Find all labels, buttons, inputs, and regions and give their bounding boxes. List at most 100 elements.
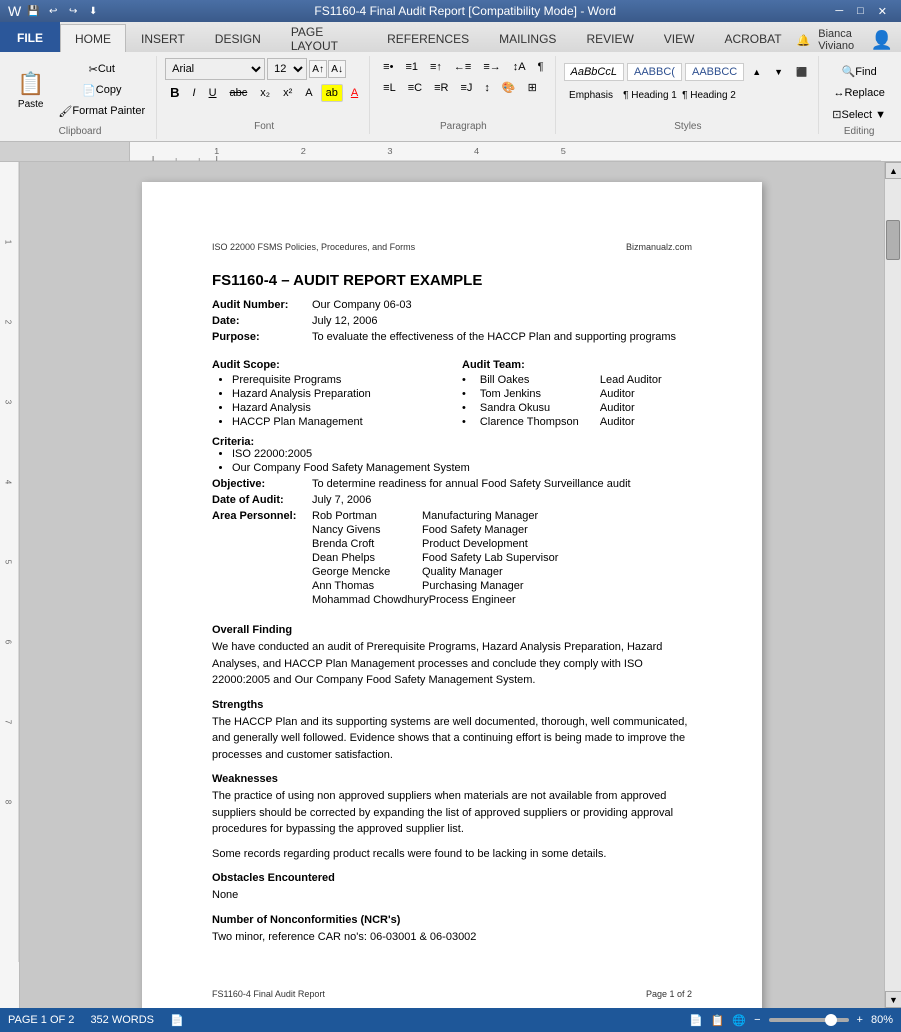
font-name-select[interactable]: Arial bbox=[165, 58, 265, 80]
bullets-btn[interactable]: ≡• bbox=[378, 58, 398, 76]
minimize-btn[interactable]: ─ bbox=[829, 4, 849, 19]
area-personnel-label: Area Personnel: bbox=[212, 510, 312, 522]
svg-text:8: 8 bbox=[3, 800, 12, 805]
scroll-up-btn[interactable]: ▲ bbox=[885, 162, 901, 179]
paragraph-group: ≡• ≡1 ≡↑ ←≡ ≡→ ↕A ¶ ≡L ≡C ≡R ≡J ↕ 🎨 ⊞ Pa… bbox=[372, 56, 555, 134]
highlight-btn[interactable]: ab bbox=[321, 84, 343, 102]
scope-item-4: HACCP Plan Management bbox=[232, 416, 442, 428]
select-btn[interactable]: ⊡ Select ▼ bbox=[827, 105, 891, 124]
maximize-btn[interactable]: □ bbox=[851, 4, 870, 19]
style-heading1[interactable]: AABBC( bbox=[627, 63, 682, 81]
tab-file[interactable]: FILE bbox=[0, 22, 60, 52]
style-emphasis[interactable]: AaBbCcL bbox=[564, 63, 624, 81]
svg-text:7: 7 bbox=[3, 720, 12, 725]
header-right: Bizmanualz.com bbox=[626, 242, 692, 252]
scroll-track[interactable] bbox=[885, 179, 901, 991]
numbering-btn[interactable]: ≡1 bbox=[400, 58, 423, 76]
show-marks-btn[interactable]: ¶ bbox=[533, 58, 549, 76]
close-btn[interactable]: ✕ bbox=[872, 4, 893, 19]
quick-redo-btn[interactable]: ↪ bbox=[65, 3, 81, 19]
font-size-select[interactable]: 12 bbox=[267, 58, 307, 80]
ruler: 1 2 3 4 5 bbox=[0, 142, 901, 162]
justify-btn[interactable]: ≡J bbox=[455, 79, 477, 97]
font-label: Font bbox=[165, 119, 363, 132]
ncr-heading: Number of Nonconformities (NCR's) bbox=[212, 914, 692, 926]
scroll-thumb[interactable] bbox=[886, 220, 900, 260]
align-left-btn[interactable]: ≡L bbox=[378, 79, 401, 97]
audit-team-list: •Bill OakesLead Auditor•Tom JenkinsAudit… bbox=[462, 374, 692, 428]
subscript-btn[interactable]: x₂ bbox=[255, 84, 275, 102]
zoom-thumb[interactable] bbox=[825, 1014, 837, 1026]
criteria-item-2: Our Company Food Safety Management Syste… bbox=[232, 462, 692, 474]
purpose-value: To evaluate the effectiveness of the HAC… bbox=[312, 331, 692, 343]
svg-text:3: 3 bbox=[387, 146, 392, 155]
replace-btn[interactable]: ↔ Replace bbox=[827, 84, 891, 102]
title-bar: W 💾 ↩ ↪ ⬇ FS1160-4 Final Audit Report [C… bbox=[0, 0, 901, 22]
view-read-btn[interactable]: 📋 bbox=[711, 1014, 725, 1027]
shading-btn[interactable]: 🎨 bbox=[497, 78, 521, 97]
strengths-section: Strengths The HACCP Plan and its support… bbox=[212, 699, 692, 764]
italic-btn[interactable]: I bbox=[188, 84, 201, 102]
tab-design[interactable]: DESIGN bbox=[200, 24, 276, 52]
find-btn[interactable]: 🔍 Find bbox=[827, 62, 891, 81]
styles-label: Styles bbox=[564, 119, 813, 132]
paste-btn[interactable]: 📋 Paste bbox=[10, 58, 51, 122]
increase-indent-btn[interactable]: ≡→ bbox=[478, 58, 505, 76]
sort-btn[interactable]: ↕A bbox=[508, 58, 531, 76]
svg-text:5: 5 bbox=[561, 146, 566, 155]
styles-scroll-up-btn[interactable]: ▲ bbox=[747, 65, 766, 79]
document-scroll[interactable]: ISO 22000 FSMS Policies, Procedures, and… bbox=[20, 162, 884, 1008]
status-right: 📄 📋 🌐 − + 80% bbox=[689, 1014, 893, 1027]
style-h1-label: AABBC( bbox=[634, 66, 675, 78]
tab-review[interactable]: REVIEW bbox=[571, 24, 648, 52]
quick-undo-btn[interactable]: ↩ bbox=[45, 3, 61, 19]
vertical-scrollbar[interactable]: ▲ ▼ bbox=[884, 162, 901, 1008]
personnel-member: Mohammad ChowdhuryProcess Engineer bbox=[312, 594, 558, 606]
scroll-down-btn[interactable]: ▼ bbox=[885, 991, 901, 1008]
text-effects-btn[interactable]: A bbox=[300, 84, 317, 102]
underline-btn[interactable]: U bbox=[204, 84, 222, 102]
styles-scroll-down-btn[interactable]: ▼ bbox=[769, 65, 788, 79]
purpose-label: Purpose: bbox=[212, 331, 312, 343]
multilevel-btn[interactable]: ≡↑ bbox=[425, 58, 447, 76]
align-center-btn[interactable]: ≡C bbox=[403, 79, 427, 97]
style-heading2[interactable]: AABBCC bbox=[685, 63, 744, 81]
line-spacing-btn[interactable]: ↕ bbox=[479, 79, 495, 97]
font-group: Arial 12 A↑ A↓ B I U abc x₂ x² A ab A bbox=[159, 56, 370, 134]
format-painter-icon: 🖌 bbox=[58, 105, 72, 118]
tab-view[interactable]: VIEW bbox=[649, 24, 710, 52]
cut-btn[interactable]: ✂ Cut bbox=[53, 60, 150, 79]
quick-more-btn[interactable]: ⬇ bbox=[85, 3, 101, 19]
tab-mailings[interactable]: MAILINGS bbox=[484, 24, 571, 52]
footer-right: Page 1 of 2 bbox=[646, 989, 692, 999]
svg-text:1: 1 bbox=[214, 146, 219, 155]
styles-expand-btn[interactable]: ⬛ bbox=[791, 58, 812, 86]
tab-insert[interactable]: INSERT bbox=[126, 24, 200, 52]
borders-btn[interactable]: ⊞ bbox=[523, 78, 542, 97]
decrease-indent-btn[interactable]: ←≡ bbox=[449, 58, 476, 76]
styles-group: AaBbCcL AABBC( AABBCC ▲ ▼ ⬛ Emphasis ¶ H… bbox=[558, 56, 820, 134]
date-of-audit-label: Date of Audit: bbox=[212, 494, 312, 506]
zoom-minus-btn[interactable]: − bbox=[754, 1014, 760, 1026]
bold-btn[interactable]: B bbox=[165, 82, 184, 103]
copy-btn[interactable]: 📄 Copy bbox=[53, 81, 150, 100]
tab-home[interactable]: HOME bbox=[60, 24, 126, 52]
align-right-btn[interactable]: ≡R bbox=[429, 79, 453, 97]
superscript-btn[interactable]: x² bbox=[278, 84, 297, 102]
date-of-audit-value: July 7, 2006 bbox=[312, 494, 692, 506]
view-web-btn[interactable]: 🌐 bbox=[732, 1014, 746, 1027]
font-grow-btn[interactable]: A↑ bbox=[309, 60, 327, 78]
strikethrough-btn[interactable]: abc bbox=[225, 84, 253, 102]
tab-page-layout[interactable]: PAGE LAYOUT bbox=[276, 24, 372, 52]
svg-text:4: 4 bbox=[474, 146, 479, 155]
view-print-btn[interactable]: 📄 bbox=[689, 1014, 703, 1027]
tab-references[interactable]: REFERENCES bbox=[372, 24, 484, 52]
font-shrink-btn[interactable]: A↓ bbox=[328, 60, 346, 78]
format-painter-btn[interactable]: 🖌 Format Painter bbox=[53, 102, 150, 121]
quick-save-btn[interactable]: 💾 bbox=[25, 3, 41, 19]
zoom-slider[interactable] bbox=[769, 1018, 849, 1022]
paste-icon: 📋 bbox=[17, 71, 44, 97]
tab-acrobat[interactable]: ACROBAT bbox=[709, 24, 796, 52]
font-color-btn[interactable]: A bbox=[346, 84, 363, 102]
zoom-plus-btn[interactable]: + bbox=[857, 1014, 863, 1026]
